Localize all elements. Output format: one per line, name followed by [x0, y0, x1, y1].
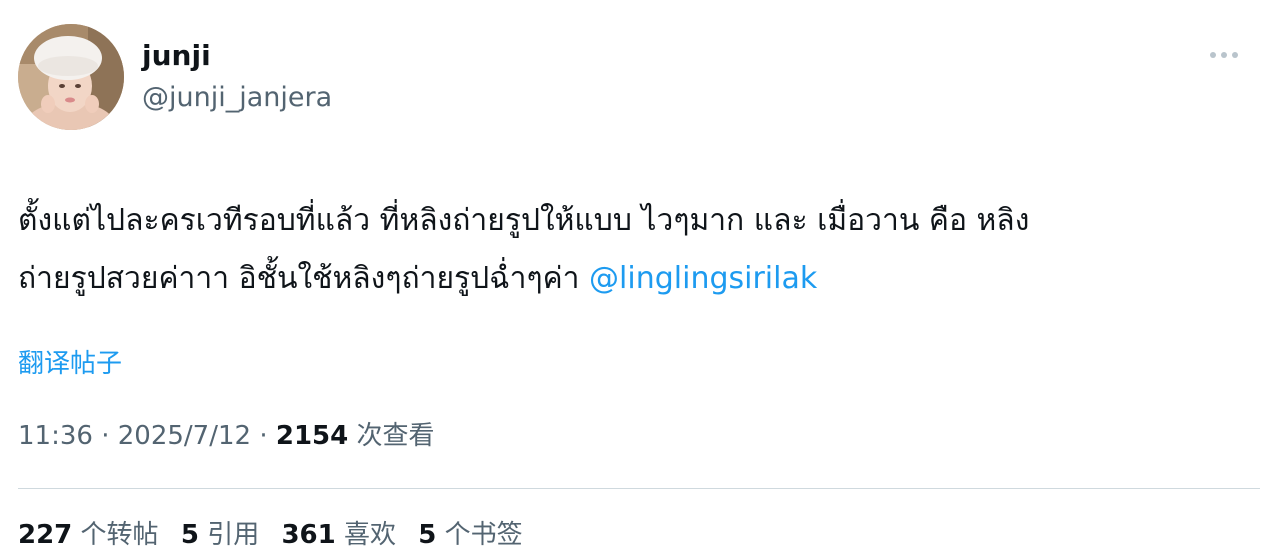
bookmarks-count: 5	[418, 520, 437, 550]
bookmarks-stat[interactable]: 5 个书签	[418, 520, 522, 550]
more-horizontal-icon	[1210, 52, 1238, 58]
more-options-button[interactable]	[1202, 40, 1246, 70]
views-count: 2154	[275, 421, 349, 451]
tweet-time[interactable]: 11:36	[18, 421, 93, 451]
views-label: 次查看	[356, 421, 435, 451]
quotes-count: 5	[180, 520, 199, 550]
quotes-stat[interactable]: 5 引用	[181, 520, 259, 550]
translate-post-link[interactable]: 翻译帖子	[18, 344, 122, 384]
bookmarks-label: 个书签	[444, 520, 523, 550]
likes-count: 361	[281, 520, 336, 550]
quotes-label: 引用	[207, 520, 260, 550]
tweet-date[interactable]: 2025/7/12	[118, 421, 251, 451]
tweet-text: ตั้งแต่ไปละครเวทีรอบที่แล้ว ที่หลิงถ่ายร…	[18, 192, 1248, 308]
meta-separator: ·	[251, 421, 276, 451]
user-names: junji @junji_janjera	[142, 36, 332, 118]
avatar-image	[18, 24, 124, 130]
tweet-text-line-2: ถ่ายรูปสวยค่าาา อิชั้นใช้หลิงๆถ่ายรูปฉ่ำ…	[18, 250, 1248, 308]
tweet-meta: 11:36 · 2025/7/12 · 2154 次查看	[18, 416, 435, 456]
likes-label: 喜欢	[344, 520, 397, 550]
engagement-stats: 227 个转帖 5 引用 361 喜欢 5 个书签	[18, 515, 537, 555]
tweet-text-line-2-body: ถ่ายรูปสวยค่าาา อิชั้นใช้หลิงๆถ่ายรูปฉ่ำ…	[18, 261, 580, 296]
retweets-count: 227	[18, 520, 73, 550]
retweets-stat[interactable]: 227 个转帖	[18, 520, 159, 550]
tweet-header: junji @junji_janjera	[18, 22, 1258, 132]
display-name[interactable]: junji	[142, 36, 332, 76]
mention-link[interactable]: @linglingsirilak	[589, 261, 817, 296]
meta-separator: ·	[92, 421, 118, 451]
tweet-text-line-1: ตั้งแต่ไปละครเวทีรอบที่แล้ว ที่หลิงถ่ายร…	[18, 203, 1030, 238]
user-handle[interactable]: @junji_janjera	[142, 78, 332, 118]
likes-stat[interactable]: 361 喜欢	[281, 520, 396, 550]
divider	[18, 488, 1260, 489]
avatar[interactable]	[18, 24, 124, 130]
retweets-label: 个转帖	[80, 520, 159, 550]
